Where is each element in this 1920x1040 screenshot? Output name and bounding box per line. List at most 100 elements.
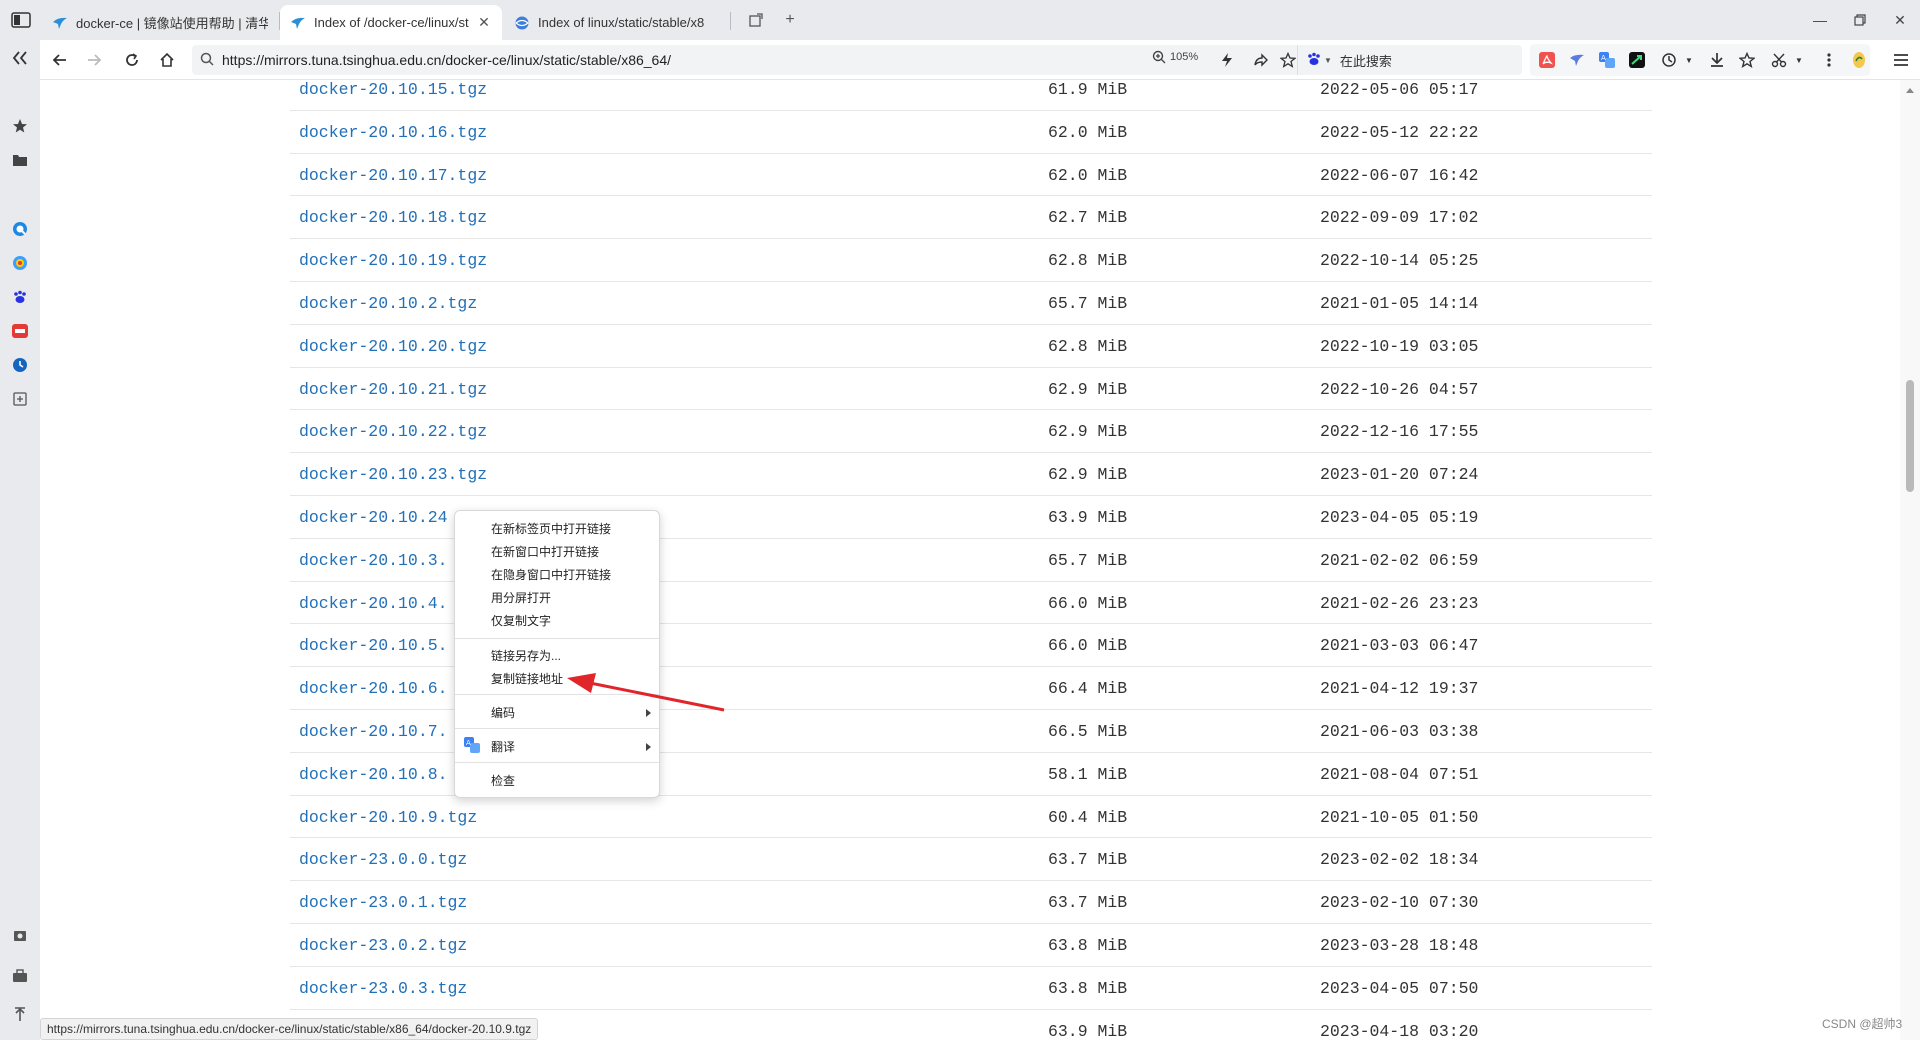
star-icon[interactable] xyxy=(12,118,28,134)
file-link[interactable]: docker-20.10.19.tgz xyxy=(299,251,487,270)
file-link[interactable]: docker-20.10.20.tgz xyxy=(299,337,487,356)
tab-index-docker-ce[interactable]: Index of /docker-ce/linux/st ✕ xyxy=(280,5,502,40)
translate-icon: A xyxy=(464,737,480,753)
toolbox-icon[interactable] xyxy=(12,968,28,984)
menu-encoding[interactable]: 编码 xyxy=(491,703,515,723)
search-box[interactable]: ▼ 在此搜索 xyxy=(1297,45,1522,75)
clock-app-icon[interactable] xyxy=(12,357,28,373)
menu-translate[interactable]: 翻译 xyxy=(491,737,515,757)
tab-groups-icon[interactable] xyxy=(746,10,766,30)
baidu-paw-icon[interactable] xyxy=(12,289,28,305)
scroll-up-icon[interactable] xyxy=(1906,88,1914,93)
file-link[interactable]: docker-23.0.1.tgz xyxy=(299,893,467,912)
sidebar-toggle-icon[interactable] xyxy=(10,10,32,30)
file-link[interactable]: docker-20.10.7. xyxy=(299,722,448,741)
menu-inspect[interactable]: 检查 xyxy=(491,771,515,791)
menu-open-new-tab[interactable]: 在新标签页中打开链接 xyxy=(491,519,611,539)
restore-icon[interactable] xyxy=(1848,8,1872,32)
file-link[interactable]: docker-20.10.17.tgz xyxy=(299,166,487,185)
close-tab-icon[interactable]: ✕ xyxy=(476,14,492,31)
menu-open-incognito[interactable]: 在隐身窗口中打开链接 xyxy=(491,565,611,585)
tuna-favicon-icon xyxy=(290,15,306,31)
favorites-icon[interactable] xyxy=(1738,51,1756,69)
chevron-down-icon[interactable]: ▼ xyxy=(1790,51,1808,69)
file-date: 2022-06-07 16:42 xyxy=(1320,165,1479,185)
new-tab-icon[interactable]: + xyxy=(780,10,800,30)
file-link[interactable]: docker-20.10.3. xyxy=(299,551,448,570)
bird-extension-icon[interactable] xyxy=(1568,51,1586,69)
collapse-sidebar-icon[interactable] xyxy=(12,50,28,66)
menu-open-new-window[interactable]: 在新窗口中打开链接 xyxy=(491,542,599,562)
browser-menu-icon[interactable] xyxy=(1892,51,1910,69)
file-link[interactable]: docker-20.10.18.tgz xyxy=(299,208,487,227)
add-app-icon[interactable] xyxy=(12,391,28,407)
menu-divider xyxy=(455,728,659,729)
table-row: docker-23.0.3.tgz 63.8 MiB 2023-04-05 07:5… xyxy=(290,967,1652,1010)
file-link[interactable]: docker-20.10.9.tgz xyxy=(299,808,477,827)
address-bar[interactable]: https://mirrors.tuna.tsinghua.edu.cn/doc… xyxy=(192,45,1522,75)
file-date: 2022-10-19 03:05 xyxy=(1320,336,1479,356)
file-size: 62.8 MiB xyxy=(1048,336,1128,356)
scissors-icon[interactable] xyxy=(1770,51,1788,69)
pdf-extension-icon[interactable] xyxy=(1538,51,1556,69)
vertical-scrollbar[interactable] xyxy=(1900,80,1920,1040)
menu-copy-text-only[interactable]: 仅复制文字 xyxy=(491,611,551,631)
globe-favicon-icon xyxy=(514,15,530,31)
qq-browser-app-icon[interactable] xyxy=(12,221,28,237)
file-link[interactable]: docker-20.10.4. xyxy=(299,594,448,613)
folder-icon[interactable] xyxy=(12,152,28,168)
file-date: 2021-01-05 14:14 xyxy=(1320,293,1479,313)
file-link[interactable]: docker-20.10.21.tgz xyxy=(299,380,487,399)
file-link[interactable]: docker-20.10.22.tgz xyxy=(299,422,487,441)
download-icon[interactable] xyxy=(1708,51,1726,69)
file-link[interactable]: docker-23.0.2.tgz xyxy=(299,936,467,955)
file-link[interactable]: docker-20.10.15.tgz xyxy=(299,80,487,99)
file-link[interactable]: docker-20.10.16.tgz xyxy=(299,123,487,142)
file-link[interactable]: docker-20.10.24 xyxy=(299,508,448,527)
file-link[interactable]: docker-23.0.3.tgz xyxy=(299,979,467,998)
menu-open-split-screen[interactable]: 用分屏打开 xyxy=(491,588,551,608)
tab-docker-ce-help[interactable]: docker-ce | 镜像站使用帮助 | 清华 xyxy=(42,5,278,40)
menu-copy-link-address[interactable]: 复制链接地址 xyxy=(491,669,563,689)
file-link[interactable]: docker-20.10.23.tgz xyxy=(299,465,487,484)
zoom-indicator[interactable]: 105% xyxy=(1152,50,1198,64)
speed-extension-icon[interactable] xyxy=(1628,51,1646,69)
scrollbar-thumb[interactable] xyxy=(1906,380,1914,492)
file-size: 62.7 MiB xyxy=(1048,208,1128,228)
history-icon[interactable] xyxy=(1660,51,1678,69)
file-date: 2021-03-03 06:47 xyxy=(1320,636,1479,656)
minimize-icon[interactable]: — xyxy=(1808,8,1832,32)
share-icon[interactable] xyxy=(1252,51,1270,69)
back-icon[interactable] xyxy=(48,48,72,72)
file-date: 2021-10-05 01:50 xyxy=(1320,807,1479,827)
extensions-area: A ▼ ▼ xyxy=(1530,44,1870,76)
lightning-icon[interactable] xyxy=(1218,51,1236,69)
home-icon[interactable] xyxy=(155,48,179,72)
annotation-arrow xyxy=(567,673,725,712)
baidu-paw-icon[interactable] xyxy=(1306,52,1322,69)
menu-divider xyxy=(455,762,659,763)
file-link[interactable]: docker-23.0.0.tgz xyxy=(299,850,467,869)
menu-save-link-as[interactable]: 链接另存为... xyxy=(491,646,561,666)
more-menu-icon[interactable] xyxy=(1820,51,1838,69)
translate-extension-icon[interactable]: A xyxy=(1598,51,1616,69)
pin-icon[interactable] xyxy=(12,1006,28,1022)
file-link[interactable]: docker-20.10.5. xyxy=(299,636,448,655)
screenshot-icon[interactable] xyxy=(12,928,28,944)
file-link[interactable]: docker-20.10.8. xyxy=(299,765,448,784)
profile-avatar-icon[interactable] xyxy=(1850,51,1868,69)
file-date: 2022-09-09 17:02 xyxy=(1320,208,1479,228)
chevron-down-icon[interactable]: ▼ xyxy=(1680,51,1698,69)
colorful-app-icon[interactable] xyxy=(12,255,28,271)
reload-icon[interactable] xyxy=(120,48,144,72)
file-link[interactable]: docker-20.10.6. xyxy=(299,679,448,698)
forward-icon[interactable] xyxy=(82,48,106,72)
bookmark-star-icon[interactable] xyxy=(1279,51,1297,69)
video-app-icon[interactable] xyxy=(12,323,28,339)
close-window-icon[interactable]: ✕ xyxy=(1888,8,1912,32)
chevron-down-icon[interactable]: ▼ xyxy=(1324,56,1332,65)
url-text[interactable]: https://mirrors.tuna.tsinghua.edu.cn/doc… xyxy=(222,52,671,68)
left-sidebar xyxy=(0,40,40,1040)
file-link[interactable]: docker-20.10.2.tgz xyxy=(299,294,477,313)
tab-index-linux-static[interactable]: Index of linux/static/stable/x8 xyxy=(504,5,730,40)
